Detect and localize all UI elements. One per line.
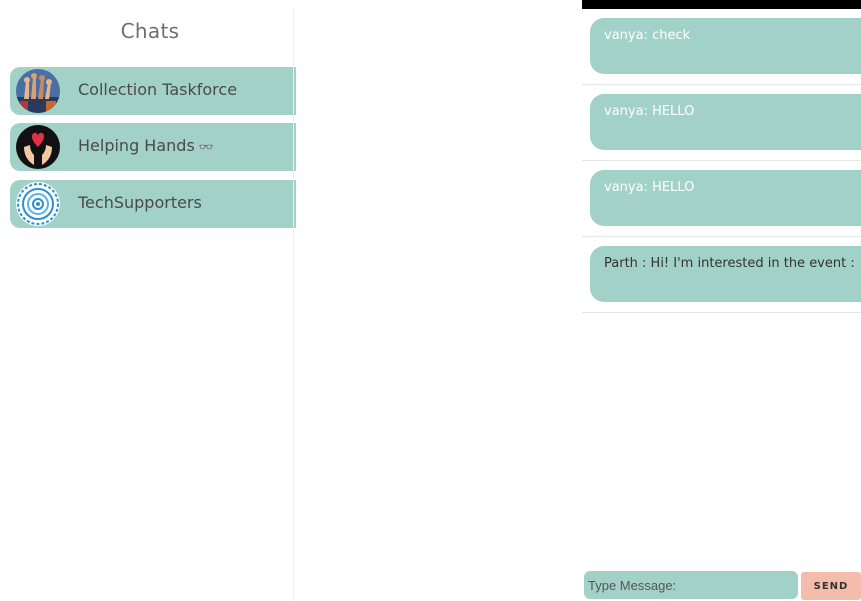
glasses-icon: 👓 [198, 140, 214, 154]
send-button[interactable]: SEND [801, 572, 861, 600]
app-root: Chats Collection Taskforce Helping Hands… [0, 0, 861, 601]
message-row: Parth : Hi! I'm interested in the event … [582, 236, 861, 313]
chat-item-label: TechSupporters [78, 193, 202, 212]
message-bubble: Parth : Hi! I'm interested in the event … [590, 246, 861, 302]
message-input[interactable] [584, 571, 798, 599]
message-bubble: vanya: HELLO [590, 170, 861, 226]
message-row: vanya: check [582, 8, 861, 85]
chat-item-label: Helping Hands 👓 [78, 136, 214, 155]
sidebar-title: Chats [120, 19, 180, 43]
raised-hands-avatar-icon [16, 69, 60, 113]
message-text: Parth : Hi! I'm interested in the event … [604, 256, 855, 271]
chat-list-sidebar: Chats Collection Taskforce Helping Hands… [0, 0, 296, 601]
message-bubble: vanya: check [590, 18, 861, 74]
chat-item-collection-taskforce[interactable]: Collection Taskforce [10, 67, 296, 115]
sidebar-divider [293, 10, 294, 601]
message-text: vanya: HELLO [604, 180, 695, 195]
chat-item-label: Collection Taskforce [78, 80, 238, 99]
message-text: vanya: HELLO [604, 104, 695, 119]
chat-panel: vanya: check vanya: HELLO vanya: HELLO P… [582, 0, 861, 601]
message-bubble: vanya: HELLO [590, 94, 861, 150]
message-row: vanya: HELLO [582, 84, 861, 161]
chat-item-techsupporters[interactable]: TechSupporters [10, 180, 296, 228]
hands-heart-avatar-icon [16, 125, 60, 169]
message-text: vanya: check [604, 28, 691, 43]
chat-item-helping-hands[interactable]: Helping Hands 👓 [10, 123, 296, 171]
circuit-circle-avatar-icon [16, 182, 60, 226]
message-row: vanya: HELLO [582, 160, 861, 237]
